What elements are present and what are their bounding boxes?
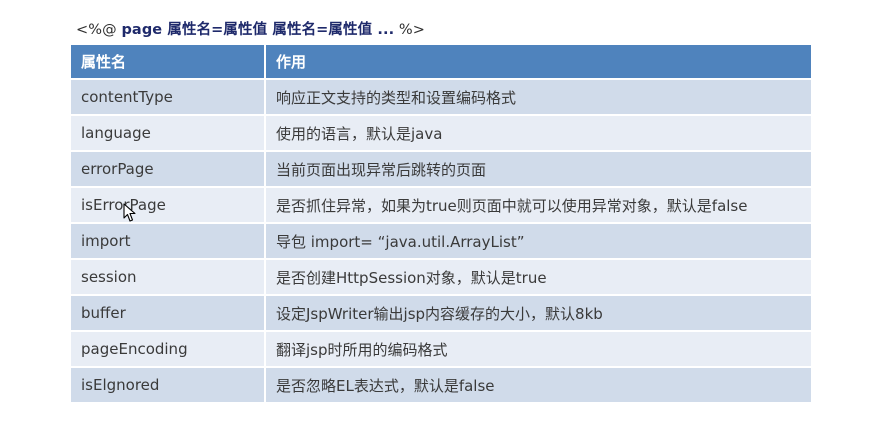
attribute-name-cell: errorPage	[71, 150, 266, 186]
attribute-purpose-cell: 翻译jsp时所用的编码格式	[266, 330, 811, 366]
table-row: errorPage 当前页面出现异常后跳转的页面	[71, 150, 811, 186]
attribute-purpose-cell: 是否抓住异常，如果为true则页面中就可以使用异常对象，默认是false	[266, 186, 811, 222]
table-row: language 使用的语言，默认是java	[71, 114, 811, 150]
page-directive-syntax: <%@ page 属性名=属性值 属性名=属性值 ... %>	[76, 18, 425, 39]
directive-open: <%@	[76, 22, 117, 38]
table-row: session 是否创建HttpSession对象，默认是true	[71, 258, 811, 294]
attribute-purpose-cell: 是否创建HttpSession对象，默认是true	[266, 258, 811, 294]
attribute-purpose-cell: 设定JspWriter输出jsp内容缓存的大小，默认8kb	[266, 294, 811, 330]
attribute-name-cell: language	[71, 114, 266, 150]
attribute-purpose-cell: 响应正文支持的类型和设置编码格式	[266, 78, 811, 114]
attribute-purpose-cell: 使用的语言，默认是java	[266, 114, 811, 150]
table-row: buffer 设定JspWriter输出jsp内容缓存的大小，默认8kb	[71, 294, 811, 330]
table-row: contentType 响应正文支持的类型和设置编码格式	[71, 78, 811, 114]
table-row: pageEncoding 翻译jsp时所用的编码格式	[71, 330, 811, 366]
attribute-purpose-cell: 当前页面出现异常后跳转的页面	[266, 150, 811, 186]
directive-close: %>	[398, 22, 426, 38]
attribute-name-cell: session	[71, 258, 266, 294]
attribute-name-cell: pageEncoding	[71, 330, 266, 366]
directive-keyword: page 属性名=属性值 属性名=属性值 ...	[121, 22, 395, 38]
header-purpose: 作用	[266, 45, 811, 78]
table-row: import 导包 import= “java.util.ArrayList”	[71, 222, 811, 258]
attribute-name-cell: buffer	[71, 294, 266, 330]
attribute-name-cell: contentType	[71, 78, 266, 114]
table-row: isErrorPage 是否抓住异常，如果为true则页面中就可以使用异常对象，…	[71, 186, 811, 222]
attribute-name-cell: isErrorPage	[71, 186, 266, 222]
page-attributes-table: 属性名 作用 contentType 响应正文支持的类型和设置编码格式 lang…	[71, 45, 811, 402]
table-row: isElgnored 是否忽略EL表达式，默认是false	[71, 366, 811, 402]
attribute-name-cell: import	[71, 222, 266, 258]
attribute-purpose-cell: 导包 import= “java.util.ArrayList”	[266, 222, 811, 258]
attribute-name-cell: isElgnored	[71, 366, 266, 402]
attribute-purpose-cell: 是否忽略EL表达式，默认是false	[266, 366, 811, 402]
mouse-pointer-icon	[123, 203, 136, 222]
table-header-row: 属性名 作用	[71, 45, 811, 78]
header-attribute-name: 属性名	[71, 45, 266, 78]
